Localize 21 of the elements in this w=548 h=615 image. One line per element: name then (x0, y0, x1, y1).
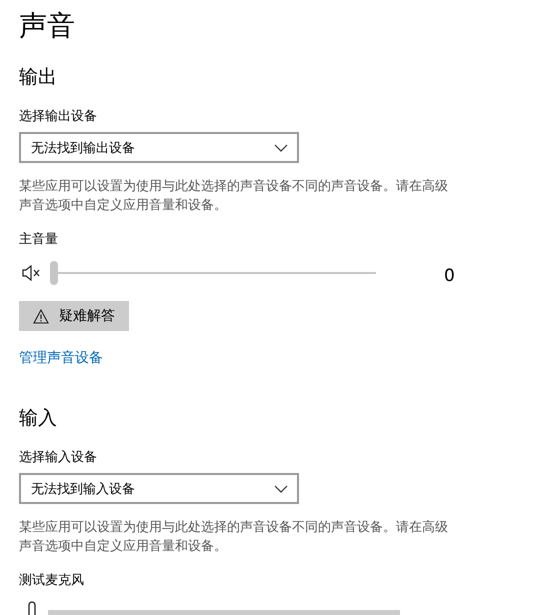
section-heading: 输入 (19, 406, 58, 431)
input-device-dropdown[interactable]: 无法找到输入设备 (19, 473, 299, 504)
slider-thumb[interactable] (50, 261, 58, 285)
chevron-icon (274, 484, 288, 492)
output-device-dropdown[interactable]: 无法找到输出设备 (19, 132, 299, 163)
description-text: 某些应用可以设置为使用与此处选择的声音设备不同的声音设备。请在高级声音选项中自定义应用音量和设备。 (19, 519, 449, 556)
section-heading: 输出 (19, 65, 58, 90)
troubleshoot-button[interactable]: 疑难解答 (19, 301, 129, 331)
description-text: 某些应用可以设置为使用与此处选择的声音设备不同的声音设备。请在高级声音选项中自定义应用音量和设备。 (19, 178, 449, 215)
field-label: 选择输入设备 (19, 449, 97, 467)
muted-speaker-icon[interactable] (22, 265, 42, 281)
volume-slider[interactable] (50, 261, 376, 285)
chevron-icon (274, 144, 288, 152)
manage-devices-link[interactable]: 管理声音设备 (19, 349, 103, 367)
microphone-icon (26, 601, 38, 615)
field-label: 测试麦克风 (19, 572, 84, 590)
field-label: 选择输出设备 (19, 108, 97, 126)
warning-icon (33, 308, 49, 324)
field-label: 主音量 (19, 231, 58, 249)
volume-value: 0 (444, 266, 455, 286)
page-title: 声音 (19, 8, 76, 44)
